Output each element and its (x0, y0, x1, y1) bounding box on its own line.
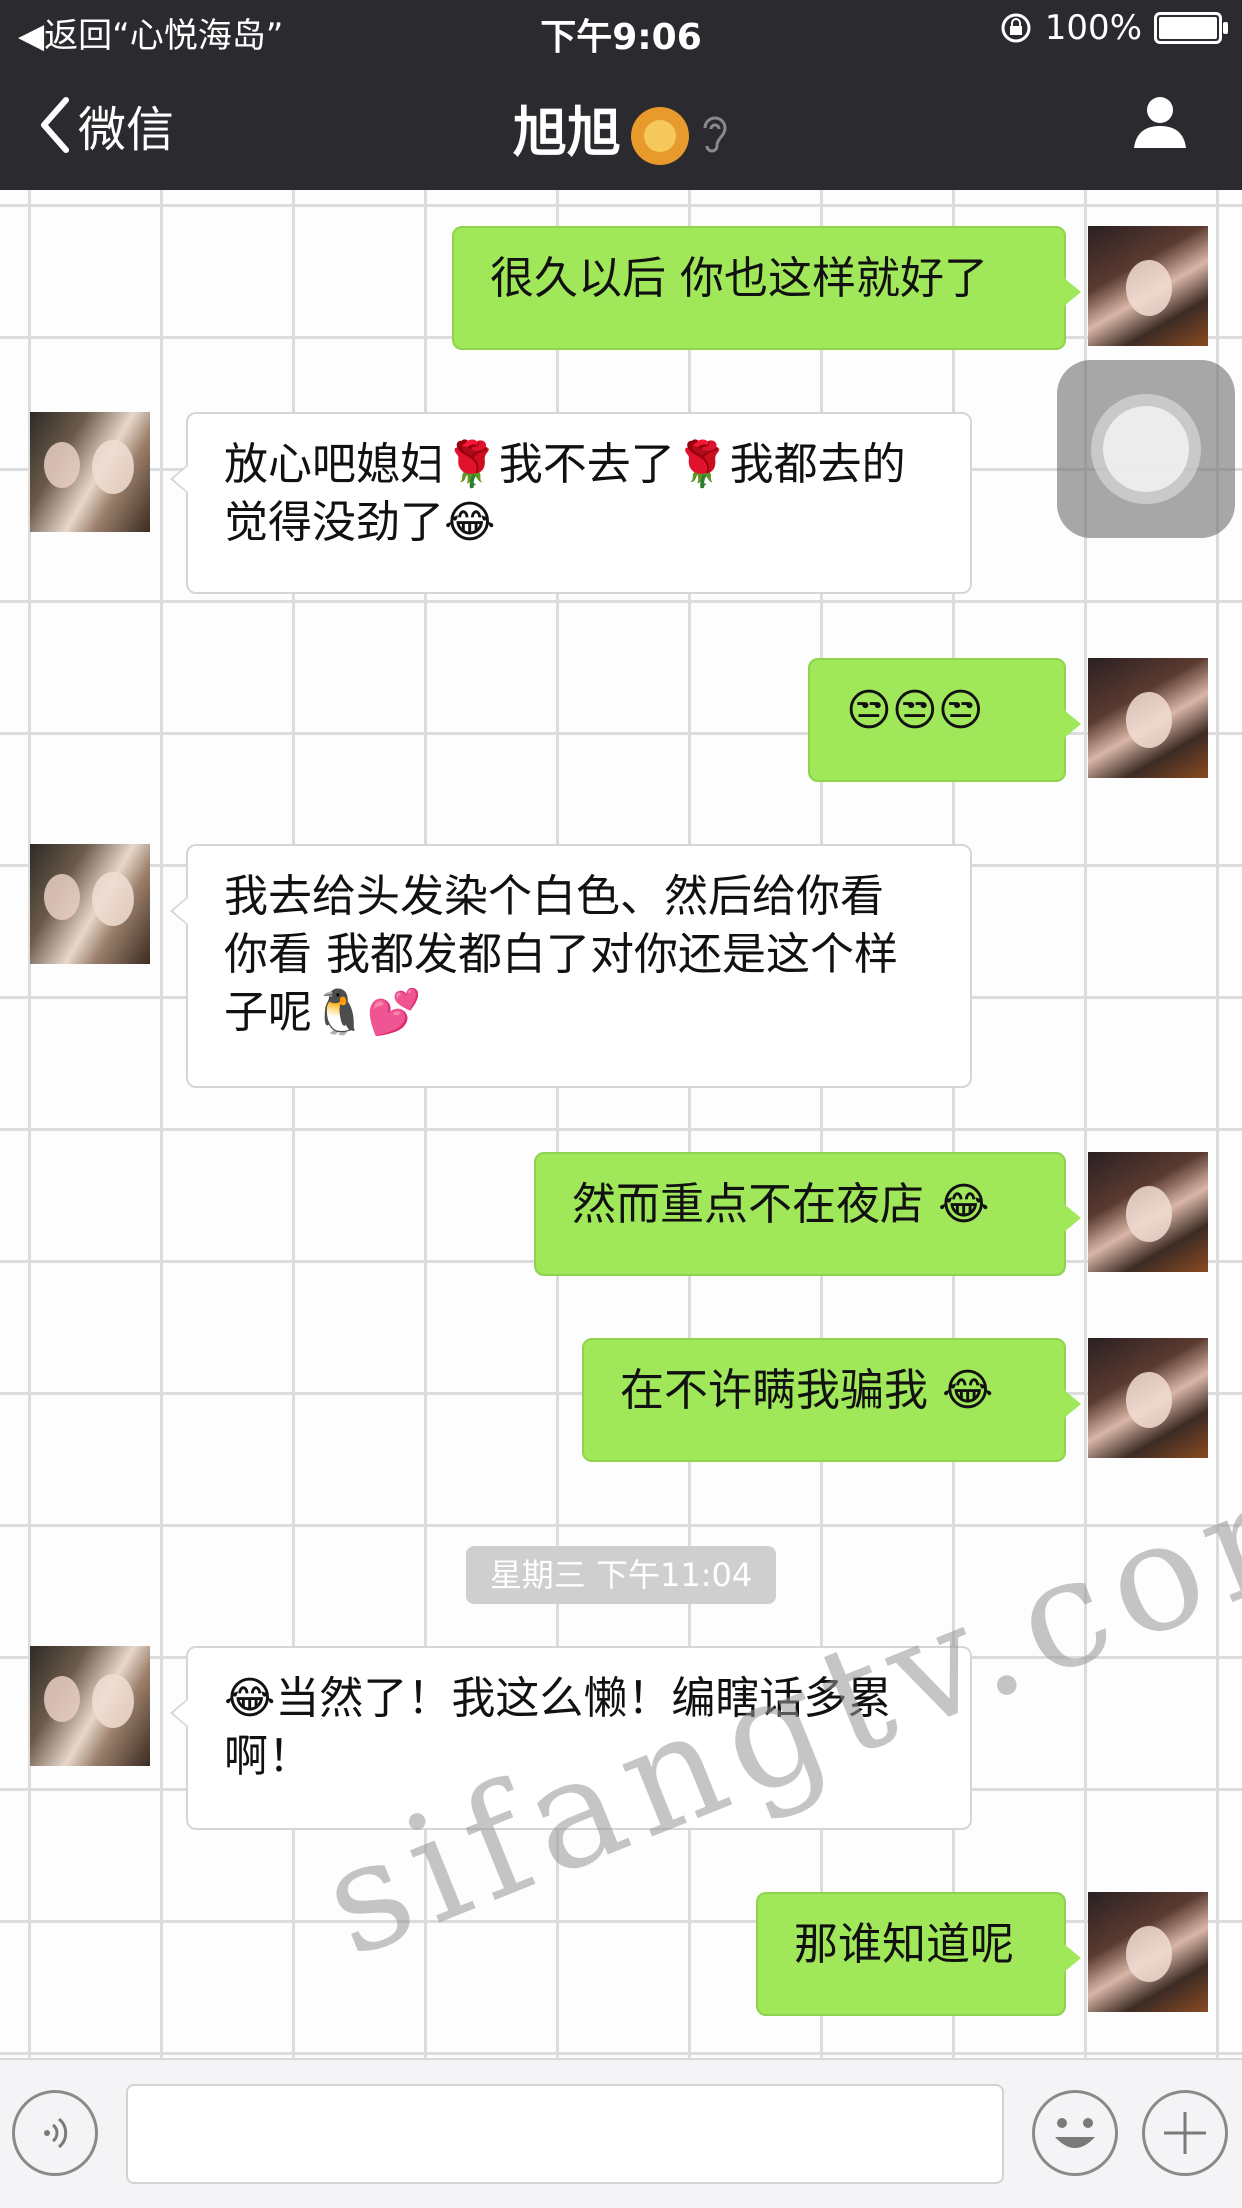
avatar-face (44, 1676, 80, 1722)
message-bubble-outgoing[interactable]: 然而重点不在夜店 😂 (534, 1152, 1081, 1276)
avatar-face (1126, 1372, 1172, 1428)
avatar-face (44, 874, 80, 920)
emoji-button[interactable] (1032, 2090, 1118, 2176)
avatar-face (92, 872, 134, 926)
self-avatar[interactable] (1088, 1892, 1208, 2012)
message-bubble-outgoing[interactable]: 很久以后 你也这样就好了 (452, 226, 1081, 350)
nav-bar: 微信 旭旭 (0, 62, 1242, 190)
rotation-lock-icon (1001, 13, 1031, 43)
assistive-touch-button[interactable] (1057, 360, 1235, 538)
avatar-face (92, 1674, 134, 1728)
message-bubble-incoming[interactable]: 我去给头发染个白色、然后给你看 你看 我都发都白了对你还是这个样子呢🐧💕 (170, 844, 972, 1088)
self-avatar[interactable] (1088, 658, 1208, 778)
voice-icon (44, 2117, 68, 2149)
chat-title: 旭旭 (0, 88, 1242, 167)
avatar-face (1126, 692, 1172, 748)
contact-avatar[interactable] (30, 844, 150, 964)
avatar-face (1126, 260, 1172, 316)
contact-avatar[interactable] (30, 1646, 150, 1766)
voice-button[interactable] (12, 2090, 98, 2176)
battery-icon (1154, 12, 1228, 44)
contact-avatar[interactable] (30, 412, 150, 532)
message-bubble-incoming[interactable]: 放心吧媳妇🌹我不去了🌹我都去的觉得没劲了😂 (170, 412, 972, 594)
profile-button[interactable] (1132, 94, 1188, 154)
person-icon (1134, 97, 1186, 148)
self-avatar[interactable] (1088, 1338, 1208, 1458)
chat-timestamp: 星期三 下午11:04 (466, 1546, 776, 1604)
battery-percent: 100% (1044, 8, 1142, 48)
battery-fill (1159, 17, 1217, 39)
input-toolbar (0, 2058, 1242, 2208)
lion-emoji-icon (631, 107, 689, 166)
status-bar: ◀返回“心悦海岛” 下午9:06 100% (0, 0, 1242, 62)
avatar-face (1126, 1926, 1172, 1982)
plus-icon (1164, 2112, 1206, 2154)
message-input[interactable] (126, 2084, 1004, 2184)
ear-icon (703, 116, 727, 153)
message-bubble-outgoing[interactable]: 😒😒😒 (808, 658, 1081, 782)
message-bubble-outgoing[interactable]: 那谁知道呢 (756, 1892, 1081, 2016)
contact-name: 旭旭 (513, 101, 621, 164)
message-bubble-outgoing[interactable]: 在不许瞒我骗我 😂 (582, 1338, 1081, 1462)
self-avatar[interactable] (1088, 1152, 1208, 1272)
status-right: 100% (999, 8, 1228, 48)
avatar-face (1126, 1186, 1172, 1242)
more-button[interactable] (1142, 2090, 1228, 2176)
avatar-face (92, 440, 134, 494)
self-avatar[interactable] (1088, 226, 1208, 346)
avatar-face (44, 442, 80, 488)
smiley-icon (1055, 2118, 1095, 2148)
